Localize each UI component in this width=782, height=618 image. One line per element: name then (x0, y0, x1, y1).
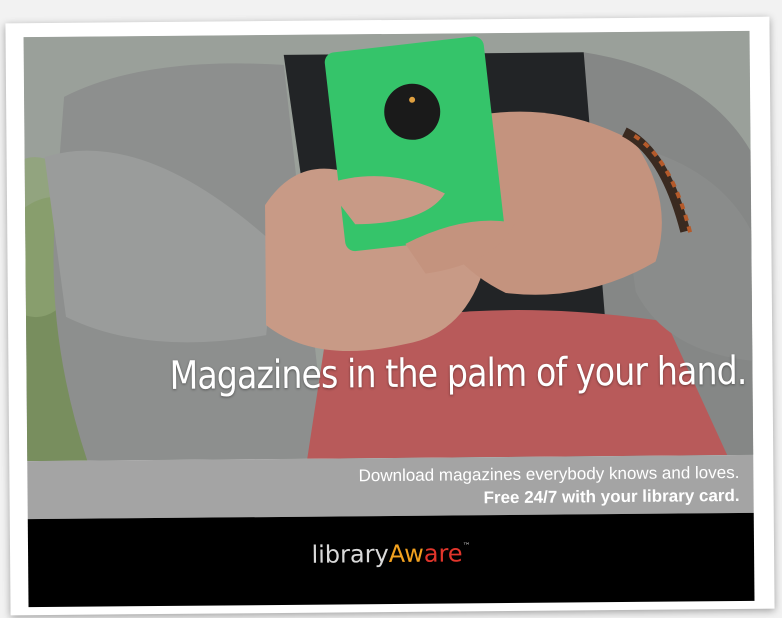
logo-part-library: library (311, 540, 389, 569)
logo-trademark: ™ (462, 541, 471, 551)
logo-part-aw: Aw (388, 539, 424, 569)
tagline-line-1: Download magazines everybody knows and l… (358, 462, 740, 486)
hero-photo: Magazines in the palm of your hand. (23, 30, 754, 462)
logo-part-are: are (423, 539, 463, 568)
footer-band: libraryAware™ (27, 512, 755, 608)
tagline-band: Download magazines everybody knows and l… (27, 454, 754, 520)
libraryaware-logo: libraryAware™ (28, 537, 754, 571)
tagline-line-2: Free 24/7 with your library card. (483, 485, 740, 508)
headline: Magazines in the palm of your hand. (169, 348, 747, 399)
ad-card: Magazines in the palm of your hand. Down… (5, 16, 775, 616)
stage: Magazines in the palm of your hand. Down… (0, 0, 782, 618)
